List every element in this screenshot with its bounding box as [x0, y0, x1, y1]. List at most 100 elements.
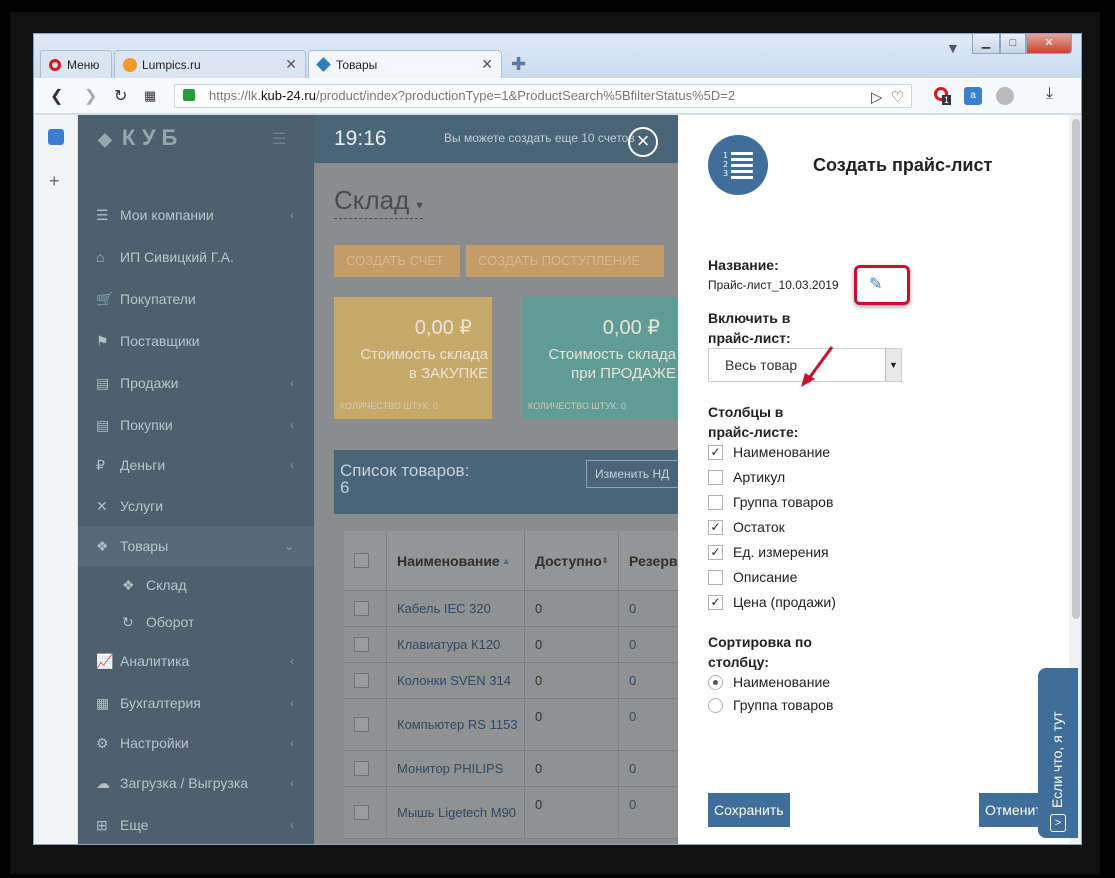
column-checkbox[interactable]	[708, 469, 723, 485]
column-option[interactable]: ✓ Наименование	[708, 442, 830, 462]
product-name-link[interactable]: Мышь Ligetech M90	[386, 787, 524, 838]
row-checkbox[interactable]	[354, 601, 369, 616]
save-button[interactable]: Сохранить	[708, 793, 790, 827]
sidebar-item[interactable]: 📈 Аналитика ‹	[78, 641, 314, 681]
sidebar-item[interactable]: ❖ Склад	[78, 565, 314, 605]
heart-icon[interactable]: ♡	[891, 87, 904, 107]
row-select-cell[interactable]	[344, 591, 386, 626]
row-select-cell[interactable]	[344, 787, 386, 838]
chevron-down-icon[interactable]: ▼	[885, 349, 901, 381]
sidebar-item[interactable]: ⚑ Поставщики	[78, 321, 314, 361]
forward-icon[interactable]: ❯	[84, 86, 97, 106]
column-checkbox[interactable]: ✓	[708, 444, 723, 460]
table-row[interactable]: Компьютер RS 1153 0 0	[344, 699, 678, 751]
stash-icon[interactable]: ▼	[946, 40, 960, 56]
translate-icon[interactable]: a	[964, 87, 982, 105]
product-name-link[interactable]: Компьютер RS 1153	[386, 699, 524, 750]
row-select-cell[interactable]	[344, 751, 386, 786]
sidebar-item[interactable]: ₽ Деньги ‹	[78, 445, 314, 485]
sort-radio[interactable]	[708, 697, 723, 713]
sidebar-item[interactable]: ❖ Товары ⌄	[78, 526, 314, 566]
speed-dial-icon[interactable]: ▦	[144, 88, 156, 104]
column-checkbox[interactable]: ✓	[708, 594, 723, 610]
close-tab-icon[interactable]: ✕	[285, 56, 297, 73]
row-checkbox[interactable]	[354, 717, 369, 732]
tab-products[interactable]: Товары ✕	[308, 50, 502, 78]
new-tab-icon[interactable]: ✚	[511, 54, 526, 75]
collapse-menu-icon[interactable]: ☰	[272, 129, 286, 149]
maximize-button[interactable]: □	[1000, 34, 1026, 54]
minimize-button[interactable]: ▁	[972, 34, 1000, 54]
create-receipt-button[interactable]: СОЗДАТЬ ПОСТУПЛЕНИЕ	[466, 245, 664, 277]
column-option[interactable]: Артикул	[708, 467, 785, 487]
sidebar-item[interactable]: ⌂ ИП Сивицкий Г.А.	[78, 237, 314, 277]
column-checkbox[interactable]	[708, 569, 723, 585]
edit-name-highlight[interactable]: ✎	[854, 265, 910, 305]
row-select-cell[interactable]	[344, 699, 386, 750]
column-option[interactable]: Группа товаров	[708, 492, 833, 512]
create-invoice-button[interactable]: СОЗДАТЬ СЧЕТ	[334, 245, 460, 277]
scrollbar-thumb[interactable]	[1072, 119, 1080, 619]
sort-option[interactable]: Группа товаров	[708, 695, 833, 715]
table-row[interactable]: Монитор PHILIPS 0 0	[344, 751, 678, 787]
select-all-cell[interactable]	[344, 531, 386, 590]
edit-vat-button[interactable]: Изменить НД	[586, 460, 686, 488]
reload-icon[interactable]: ↻	[114, 86, 127, 106]
sidebar-item[interactable]: ▦ Бухгалтерия ‹	[78, 683, 314, 723]
sidebar-item[interactable]: ⚙ Настройки ‹	[78, 723, 314, 763]
sidebar-item[interactable]: 🛒 Покупатели	[78, 279, 314, 319]
pencil-icon[interactable]: ✎	[869, 274, 882, 294]
download-icon[interactable]: ⤓	[1046, 85, 1053, 103]
product-name-link[interactable]: Колонки SVEN 314	[386, 663, 524, 698]
sidebar-item[interactable]: ☁ Загрузка / Выгрузка ‹	[78, 763, 314, 803]
table-row[interactable]: Колонки SVEN 314 0 0	[344, 663, 678, 699]
table-row[interactable]: Клавиатура К120 0 0	[344, 627, 678, 663]
card-label: Стоимость склада в ЗАКУПКЕ	[360, 345, 488, 383]
sidebar-item[interactable]: ▤ Продажи ‹	[78, 363, 314, 403]
column-header-available[interactable]: Доступно ⬍	[524, 531, 618, 590]
sort-option[interactable]: Наименование	[708, 672, 830, 692]
close-window-button[interactable]: ✕	[1026, 34, 1072, 54]
column-checkbox[interactable]: ✓	[708, 544, 723, 560]
app-sidebar: ◆ КУБ ☰ ☰ Мои компании ‹ ⌂ ИП Сивицкий Г.А. 🛒 П…	[78, 115, 314, 844]
opera-addon-icon[interactable]: 1	[934, 87, 952, 105]
table-row[interactable]: Мышь Ligetech M90 0 0	[344, 787, 678, 839]
table-row[interactable]: Кабель IEC 320 0 0	[344, 591, 678, 627]
sidebar-item[interactable]: ⊞ Еще ‹	[78, 805, 314, 844]
sidebar-item[interactable]: ✕ Услуги	[78, 486, 314, 526]
row-checkbox[interactable]	[354, 673, 369, 688]
url-field[interactable]: https://lk.kub-24.ru/product/index?produ…	[174, 84, 912, 108]
select-all-checkbox[interactable]	[354, 553, 369, 568]
column-checkbox[interactable]: ✓	[708, 519, 723, 535]
tab-opera-menu[interactable]: Меню	[40, 50, 112, 78]
feedback-tab[interactable]: Если что, я тут >	[1038, 668, 1078, 838]
tab-lumpics[interactable]: Lumpics.ru ✕	[114, 50, 306, 78]
vpn-globe-icon[interactable]	[996, 87, 1014, 105]
back-icon[interactable]: ❮	[50, 86, 63, 106]
row-checkbox[interactable]	[354, 761, 369, 776]
row-checkbox[interactable]	[354, 805, 369, 820]
chevron-right-icon[interactable]: >	[1050, 814, 1066, 832]
column-option[interactable]: ✓ Остаток	[708, 517, 785, 537]
row-checkbox[interactable]	[354, 637, 369, 652]
close-tab-icon[interactable]: ✕	[481, 56, 493, 73]
translate-sidebar-icon[interactable]	[48, 129, 64, 145]
product-name-link[interactable]: Клавиатура К120	[386, 627, 524, 662]
column-checkbox[interactable]	[708, 494, 723, 510]
column-option[interactable]: ✓ Ед. измерения	[708, 542, 829, 562]
product-name-link[interactable]: Монитор PHILIPS	[386, 751, 524, 786]
row-select-cell[interactable]	[344, 663, 386, 698]
column-option[interactable]: ✓ Цена (продажи)	[708, 592, 836, 612]
send-icon[interactable]: ▷	[871, 87, 883, 107]
close-modal-button[interactable]: ×	[628, 127, 658, 157]
column-header-name[interactable]: Наименование ▲	[386, 531, 524, 590]
sidebar-item[interactable]: ▤ Покупки ‹	[78, 405, 314, 445]
sidebar-item[interactable]: ☰ Мои компании ‹	[78, 195, 314, 235]
add-sidebar-icon[interactable]: +	[49, 171, 60, 192]
sidebar-item[interactable]: ↻ Оборот	[78, 602, 314, 642]
row-select-cell[interactable]	[344, 627, 386, 662]
page-title[interactable]: Склад ▾	[334, 185, 423, 219]
product-name-link[interactable]: Кабель IEC 320	[386, 591, 524, 626]
column-option[interactable]: Описание	[708, 567, 797, 587]
sort-radio[interactable]	[708, 674, 723, 690]
